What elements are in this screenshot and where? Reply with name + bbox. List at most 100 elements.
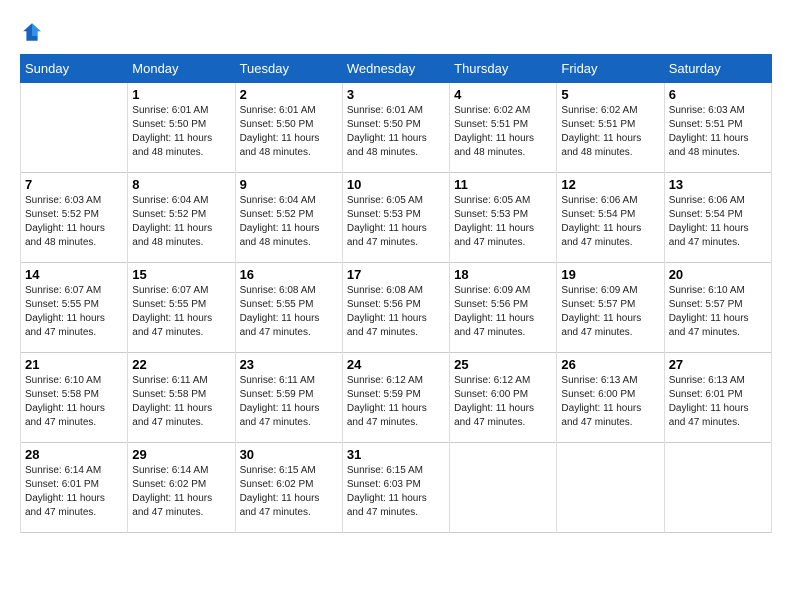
calendar-day-cell: 31 Sunrise: 6:15 AM Sunset: 6:03 PM Dayli… <box>342 443 449 533</box>
day-info: Sunrise: 6:05 AM Sunset: 5:53 PM Dayligh… <box>454 194 552 250</box>
day-info: Sunrise: 6:12 AM Sunset: 5:59 PM Dayligh… <box>347 374 445 430</box>
day-number: 30 <box>240 447 338 462</box>
calendar-week-row: 14 Sunrise: 6:07 AM Sunset: 5:55 PM Dayli… <box>21 263 772 353</box>
calendar-body: 1 Sunrise: 6:01 AM Sunset: 5:50 PM Daylig… <box>21 83 772 533</box>
days-of-week-row: SundayMondayTuesdayWednesdayThursdayFrid… <box>21 55 772 83</box>
calendar-day-cell: 12 Sunrise: 6:06 AM Sunset: 5:54 PM Dayli… <box>557 173 664 263</box>
day-number: 5 <box>561 87 659 102</box>
calendar-day-cell <box>557 443 664 533</box>
calendar-day-cell: 7 Sunrise: 6:03 AM Sunset: 5:52 PM Daylig… <box>21 173 128 263</box>
day-info: Sunrise: 6:15 AM Sunset: 6:02 PM Dayligh… <box>240 464 338 520</box>
day-info: Sunrise: 6:08 AM Sunset: 5:55 PM Dayligh… <box>240 284 338 340</box>
day-number: 23 <box>240 357 338 372</box>
calendar-day-cell: 13 Sunrise: 6:06 AM Sunset: 5:54 PM Dayli… <box>664 173 771 263</box>
day-info: Sunrise: 6:01 AM Sunset: 5:50 PM Dayligh… <box>132 104 230 160</box>
calendar-day-cell <box>450 443 557 533</box>
calendar-day-cell: 2Sunrise: 6:01 AM Sunset: 5:50 PM Daylig… <box>235 83 342 173</box>
day-info: Sunrise: 6:09 AM Sunset: 5:56 PM Dayligh… <box>454 284 552 340</box>
calendar-day-cell: 4Sunrise: 6:02 AM Sunset: 5:51 PM Daylig… <box>450 83 557 173</box>
calendar-day-cell: 25 Sunrise: 6:12 AM Sunset: 6:00 PM Dayli… <box>450 353 557 443</box>
day-info: Sunrise: 6:11 AM Sunset: 5:58 PM Dayligh… <box>132 374 230 430</box>
day-info: Sunrise: 6:07 AM Sunset: 5:55 PM Dayligh… <box>132 284 230 340</box>
day-number: 26 <box>561 357 659 372</box>
calendar-day-cell: 26 Sunrise: 6:13 AM Sunset: 6:00 PM Dayli… <box>557 353 664 443</box>
calendar-day-cell: 15 Sunrise: 6:07 AM Sunset: 5:55 PM Dayli… <box>128 263 235 353</box>
calendar-day-cell: 22 Sunrise: 6:11 AM Sunset: 5:58 PM Dayli… <box>128 353 235 443</box>
day-of-week-header: Monday <box>128 55 235 83</box>
day-info: Sunrise: 6:03 AM Sunset: 5:51 PM Dayligh… <box>669 104 767 160</box>
calendar-day-cell: 19 Sunrise: 6:09 AM Sunset: 5:57 PM Dayli… <box>557 263 664 353</box>
calendar-day-cell <box>664 443 771 533</box>
day-number: 31 <box>347 447 445 462</box>
calendar-header: SundayMondayTuesdayWednesdayThursdayFrid… <box>21 55 772 83</box>
day-number: 6 <box>669 87 767 102</box>
day-number: 14 <box>25 267 123 282</box>
calendar-day-cell: 28 Sunrise: 6:14 AM Sunset: 6:01 PM Dayli… <box>21 443 128 533</box>
calendar-day-cell: 29Sunrise: 6:14 AM Sunset: 6:02 PM Dayli… <box>128 443 235 533</box>
calendar-day-cell: 17 Sunrise: 6:08 AM Sunset: 5:56 PM Dayli… <box>342 263 449 353</box>
day-number: 25 <box>454 357 552 372</box>
day-info: Sunrise: 6:01 AM Sunset: 5:50 PM Dayligh… <box>240 104 338 160</box>
day-number: 19 <box>561 267 659 282</box>
day-info: Sunrise: 6:13 AM Sunset: 6:00 PM Dayligh… <box>561 374 659 430</box>
day-of-week-header: Thursday <box>450 55 557 83</box>
day-info: Sunrise: 6:03 AM Sunset: 5:52 PM Dayligh… <box>25 194 123 250</box>
calendar-day-cell: 20 Sunrise: 6:10 AM Sunset: 5:57 PM Dayli… <box>664 263 771 353</box>
day-number: 21 <box>25 357 123 372</box>
day-number: 1 <box>132 87 230 102</box>
day-number: 15 <box>132 267 230 282</box>
calendar-day-cell: 8 Sunrise: 6:04 AM Sunset: 5:52 PM Daylig… <box>128 173 235 263</box>
day-info: Sunrise: 6:06 AM Sunset: 5:54 PM Dayligh… <box>669 194 767 250</box>
calendar-week-row: 21Sunrise: 6:10 AM Sunset: 5:58 PM Dayli… <box>21 353 772 443</box>
day-number: 20 <box>669 267 767 282</box>
calendar-day-cell: 9 Sunrise: 6:04 AM Sunset: 5:52 PM Daylig… <box>235 173 342 263</box>
day-info: Sunrise: 6:13 AM Sunset: 6:01 PM Dayligh… <box>669 374 767 430</box>
day-number: 9 <box>240 177 338 192</box>
day-info: Sunrise: 6:07 AM Sunset: 5:55 PM Dayligh… <box>25 284 123 340</box>
calendar-week-row: 1 Sunrise: 6:01 AM Sunset: 5:50 PM Daylig… <box>21 83 772 173</box>
logo <box>20 20 48 44</box>
calendar-day-cell: 3 Sunrise: 6:01 AM Sunset: 5:50 PM Daylig… <box>342 83 449 173</box>
day-number: 27 <box>669 357 767 372</box>
day-info: Sunrise: 6:09 AM Sunset: 5:57 PM Dayligh… <box>561 284 659 340</box>
logo-icon <box>20 20 44 44</box>
day-info: Sunrise: 6:12 AM Sunset: 6:00 PM Dayligh… <box>454 374 552 430</box>
day-number: 28 <box>25 447 123 462</box>
day-info: Sunrise: 6:01 AM Sunset: 5:50 PM Dayligh… <box>347 104 445 160</box>
day-of-week-header: Saturday <box>664 55 771 83</box>
page-header <box>20 20 772 44</box>
calendar-week-row: 28 Sunrise: 6:14 AM Sunset: 6:01 PM Dayli… <box>21 443 772 533</box>
day-info: Sunrise: 6:02 AM Sunset: 5:51 PM Dayligh… <box>561 104 659 160</box>
day-info: Sunrise: 6:02 AM Sunset: 5:51 PM Dayligh… <box>454 104 552 160</box>
day-number: 11 <box>454 177 552 192</box>
day-number: 12 <box>561 177 659 192</box>
day-number: 18 <box>454 267 552 282</box>
calendar-day-cell <box>21 83 128 173</box>
day-info: Sunrise: 6:08 AM Sunset: 5:56 PM Dayligh… <box>347 284 445 340</box>
day-number: 24 <box>347 357 445 372</box>
calendar-day-cell: 21Sunrise: 6:10 AM Sunset: 5:58 PM Dayli… <box>21 353 128 443</box>
day-info: Sunrise: 6:14 AM Sunset: 6:01 PM Dayligh… <box>25 464 123 520</box>
day-info: Sunrise: 6:10 AM Sunset: 5:57 PM Dayligh… <box>669 284 767 340</box>
day-of-week-header: Friday <box>557 55 664 83</box>
day-number: 8 <box>132 177 230 192</box>
day-number: 22 <box>132 357 230 372</box>
day-number: 13 <box>669 177 767 192</box>
calendar-week-row: 7 Sunrise: 6:03 AM Sunset: 5:52 PM Daylig… <box>21 173 772 263</box>
day-number: 7 <box>25 177 123 192</box>
day-info: Sunrise: 6:04 AM Sunset: 5:52 PM Dayligh… <box>240 194 338 250</box>
day-info: Sunrise: 6:06 AM Sunset: 5:54 PM Dayligh… <box>561 194 659 250</box>
day-info: Sunrise: 6:15 AM Sunset: 6:03 PM Dayligh… <box>347 464 445 520</box>
day-number: 3 <box>347 87 445 102</box>
day-info: Sunrise: 6:11 AM Sunset: 5:59 PM Dayligh… <box>240 374 338 430</box>
calendar-day-cell: 6 Sunrise: 6:03 AM Sunset: 5:51 PM Daylig… <box>664 83 771 173</box>
calendar-day-cell: 23 Sunrise: 6:11 AM Sunset: 5:59 PM Dayli… <box>235 353 342 443</box>
calendar-day-cell: 11 Sunrise: 6:05 AM Sunset: 5:53 PM Dayli… <box>450 173 557 263</box>
day-number: 16 <box>240 267 338 282</box>
calendar-day-cell: 18 Sunrise: 6:09 AM Sunset: 5:56 PM Dayli… <box>450 263 557 353</box>
calendar-day-cell: 1 Sunrise: 6:01 AM Sunset: 5:50 PM Daylig… <box>128 83 235 173</box>
day-of-week-header: Sunday <box>21 55 128 83</box>
day-info: Sunrise: 6:04 AM Sunset: 5:52 PM Dayligh… <box>132 194 230 250</box>
day-of-week-header: Wednesday <box>342 55 449 83</box>
day-number: 17 <box>347 267 445 282</box>
